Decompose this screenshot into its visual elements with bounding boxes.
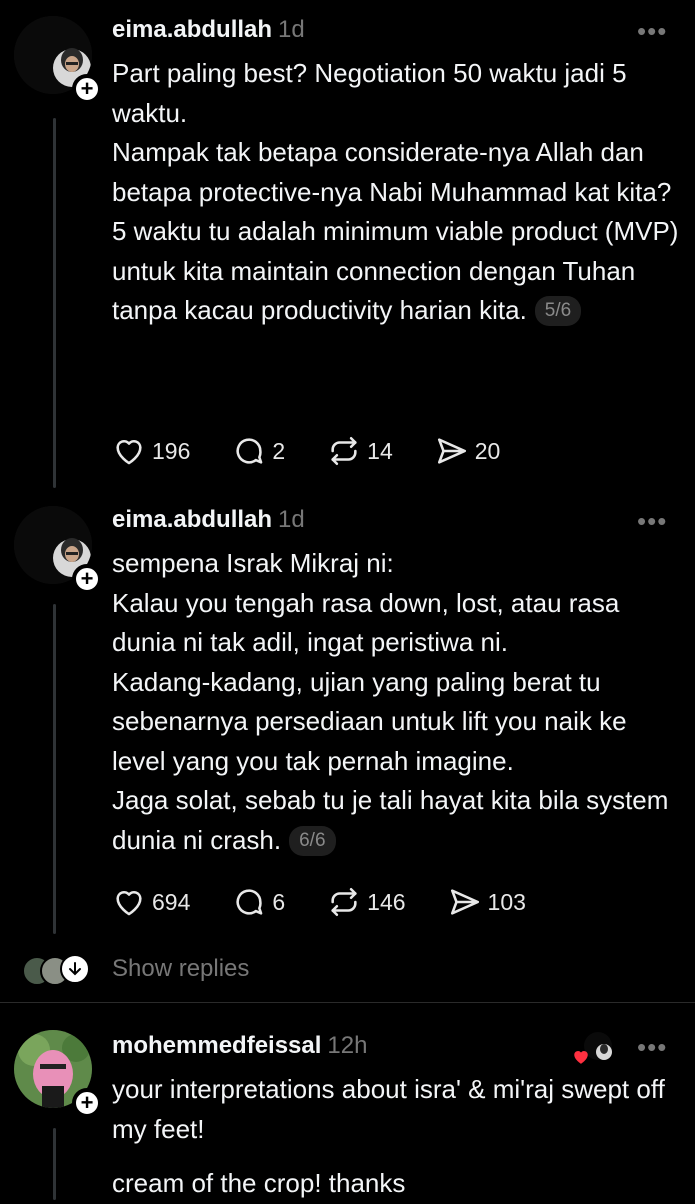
like-button[interactable]: 694 (112, 885, 190, 919)
thread-counter-badge: 6/6 (289, 825, 336, 856)
avatar-container[interactable]: + (14, 1030, 102, 1118)
post-body: sempena Israk Mikraj ni: Kalau you tenga… (112, 544, 682, 860)
follow-plus-icon[interactable]: + (72, 74, 102, 104)
like-count: 694 (152, 888, 191, 915)
post-actions: 694 6 146 103 (112, 882, 568, 922)
reply-button[interactable]: 6 (232, 885, 285, 919)
repost-icon (331, 887, 357, 917)
post-actions: 196 2 14 20 (112, 431, 542, 471)
post-time: 12h (327, 1032, 368, 1059)
post-text: your interpretations about isra' & mi'ra… (112, 1074, 665, 1144)
username-text[interactable]: eima.abdullah (112, 506, 272, 533)
share-count: 103 (487, 888, 526, 915)
follow-plus-icon[interactable]: + (72, 564, 102, 594)
post-body: your interpretations about isra' & mi'ra… (112, 1070, 682, 1149)
follow-plus-icon[interactable]: + (72, 1088, 102, 1118)
heart-icon (116, 439, 142, 465)
post-time: 1d (278, 16, 305, 43)
heart-icon (116, 890, 142, 916)
comment-icon (236, 889, 263, 915)
username-text[interactable]: eima.abdullah (112, 16, 272, 43)
repost-icon (331, 436, 357, 466)
replier-avatars[interactable] (22, 954, 94, 986)
more-horizontal-icon[interactable]: ••• (637, 1032, 667, 1063)
share-button[interactable]: 103 (448, 885, 526, 919)
thread-line (53, 118, 56, 488)
post-username[interactable]: mohemmedfeissal 12h (112, 1032, 367, 1060)
send-icon (437, 438, 466, 464)
thread-counter-badge: 5/6 (534, 296, 582, 326)
divider (0, 1002, 695, 1003)
post-username[interactable]: eima.abdullah 1d (112, 16, 305, 44)
repost-count: 146 (367, 888, 406, 915)
comment-icon (236, 438, 263, 464)
like-button[interactable]: 196 (112, 434, 190, 468)
repost-count: 14 (367, 437, 393, 464)
thread-line (53, 604, 56, 934)
show-replies-button[interactable]: Show replies (112, 955, 249, 983)
like-count: 196 (152, 437, 191, 464)
post-text: sempena Israk Mikraj ni: Kalau you tenga… (112, 548, 669, 855)
post-username[interactable]: eima.abdullah 1d (112, 506, 305, 534)
reply-count: 6 (272, 888, 286, 915)
repost-button[interactable]: 14 (327, 434, 393, 468)
post-text: Part paling best? Negotiation 50 waktu j… (112, 58, 679, 325)
send-icon (450, 889, 479, 915)
share-count: 20 (474, 437, 501, 464)
post-body: Part paling best? Negotiation 50 waktu j… (112, 54, 682, 331)
post-text: cream of the crop! thanks (112, 1168, 406, 1198)
repost-button[interactable]: 146 (327, 885, 406, 919)
chevron-down-icon[interactable] (60, 954, 90, 984)
share-button[interactable]: 20 (435, 434, 501, 468)
post-time: 1d (278, 506, 305, 533)
avatar-container[interactable]: + (14, 16, 102, 104)
reply-count: 2 (272, 437, 286, 464)
avatar-container[interactable]: + (14, 506, 102, 594)
reply-button[interactable]: 2 (232, 434, 285, 468)
author-liked-avatar (574, 1030, 612, 1066)
heart-badge-icon (574, 1051, 588, 1064)
post-body: cream of the crop! thanks (112, 1164, 682, 1204)
more-horizontal-icon[interactable]: ••• (637, 506, 667, 537)
more-horizontal-icon[interactable]: ••• (637, 16, 667, 47)
username-text[interactable]: mohemmedfeissal (112, 1032, 321, 1059)
thread-line (53, 1128, 56, 1200)
